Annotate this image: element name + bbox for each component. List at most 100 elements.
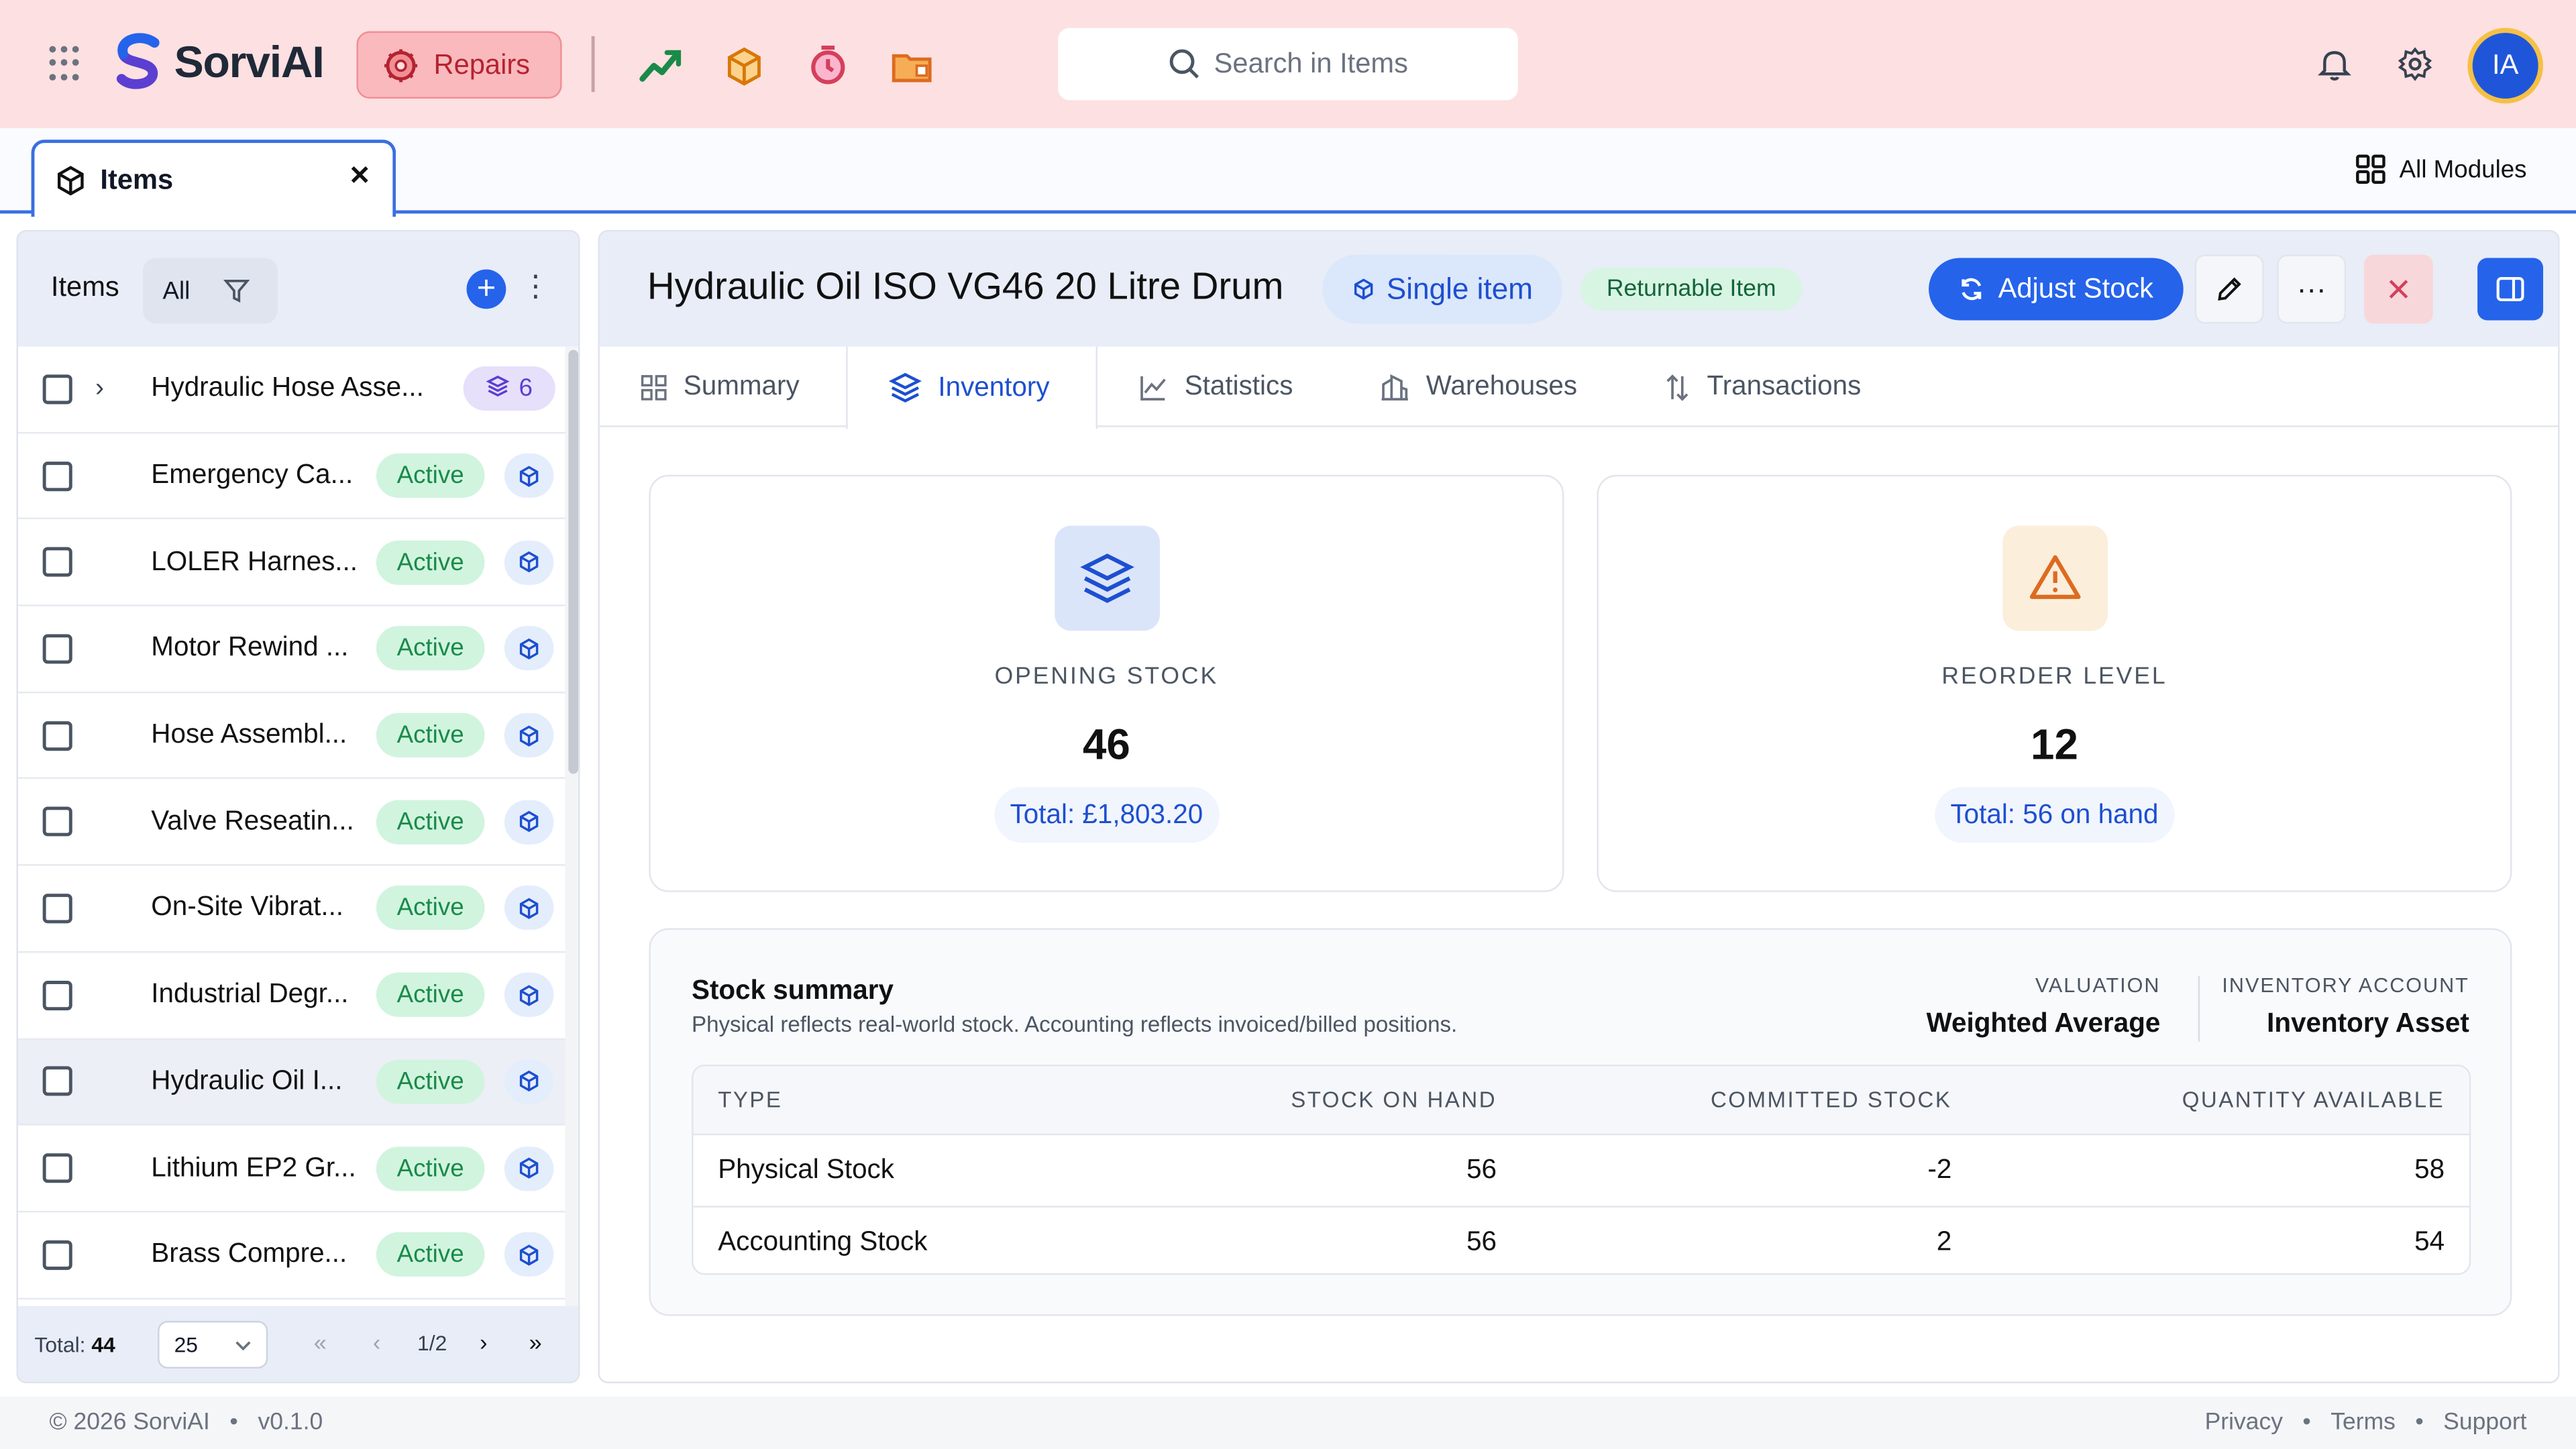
- status-badge: Active: [376, 627, 485, 672]
- page-indicator: 1/2: [417, 1330, 447, 1356]
- reorder-level-card: REORDER LEVEL 12 Total: 56 on hand: [1597, 474, 2512, 892]
- purchases-box-icon[interactable]: [721, 43, 767, 89]
- item-name: Hydraulic Oil I...: [151, 1066, 343, 1096]
- adjust-stock-button[interactable]: Adjust Stock: [1929, 258, 2184, 321]
- close-item-button[interactable]: [2364, 254, 2433, 324]
- list-item[interactable]: Emergency Ca... Active: [17, 433, 566, 520]
- table-cell: 56: [1466, 1155, 1497, 1185]
- toggle-panel-button[interactable]: [2477, 258, 2544, 321]
- list-item[interactable]: On-Site Vibrat... Active: [17, 866, 566, 953]
- more-vertical-icon[interactable]: ⋮: [521, 270, 550, 304]
- row-checkbox[interactable]: [42, 980, 72, 1010]
- reorder-level-value: 12: [2031, 719, 2078, 769]
- group-count-badge: 6: [463, 366, 555, 412]
- tab-items[interactable]: Items ✕: [31, 140, 396, 217]
- item-name: LOLER Harnes...: [151, 546, 358, 576]
- next-page-icon[interactable]: ›: [480, 1329, 487, 1355]
- status-badge: Active: [376, 973, 485, 1018]
- list-item[interactable]: LOLER Harnes... Active: [17, 520, 566, 606]
- row-checkbox[interactable]: [42, 1240, 72, 1270]
- scroll-thumb[interactable]: [568, 350, 579, 774]
- filter-label: All: [162, 276, 191, 305]
- table-cell: -2: [1927, 1155, 1952, 1185]
- app-launcher-icon[interactable]: [49, 46, 85, 83]
- cube-icon: [504, 973, 554, 1018]
- list-item[interactable]: › Hydraulic Hose Asse... 6: [17, 347, 566, 433]
- prev-page-icon[interactable]: ‹: [373, 1329, 380, 1355]
- row-checkbox[interactable]: [42, 461, 72, 491]
- gear-icon[interactable]: [2397, 46, 2433, 83]
- separator: •: [2415, 1409, 2424, 1436]
- item-name: Lithium EP2 Gr...: [151, 1152, 356, 1183]
- privacy-link[interactable]: Privacy: [2205, 1409, 2283, 1436]
- reorder-level-label: REORDER LEVEL: [1941, 663, 2167, 690]
- row-checkbox[interactable]: [42, 1067, 72, 1097]
- row-checkbox[interactable]: [42, 374, 72, 405]
- footer-links: Privacy • Terms • Support: [2205, 1409, 2527, 1436]
- list-item[interactable]: Industrial Degr... Active: [17, 953, 566, 1039]
- tab-transactions-label: Transactions: [1707, 371, 1862, 401]
- search-input[interactable]: Search in Items: [1058, 28, 1518, 101]
- column-header: STOCK ON HAND: [1291, 1087, 1497, 1112]
- filter-dropdown[interactable]: All: [143, 258, 278, 324]
- tab-statistics[interactable]: Statistics: [1138, 347, 1293, 427]
- sales-chart-icon[interactable]: [637, 43, 684, 89]
- opening-stock-label: OPENING STOCK: [994, 663, 1219, 690]
- more-horizontal-icon[interactable]: ···: [2277, 254, 2347, 324]
- table-cell: 58: [2414, 1155, 2445, 1185]
- repairs-module-button[interactable]: Repairs: [356, 31, 562, 99]
- list-item[interactable]: Valve Reseatin... Active: [17, 780, 566, 866]
- first-page-icon[interactable]: «: [314, 1329, 327, 1355]
- stock-summary-subtitle: Physical reflects real-world stock. Acco…: [692, 1012, 1458, 1037]
- row-checkbox[interactable]: [42, 807, 72, 837]
- divider: [2198, 975, 2200, 1042]
- list-title: Items: [50, 271, 119, 303]
- bell-icon[interactable]: [2316, 46, 2353, 83]
- tab-summary-label: Summary: [683, 371, 800, 401]
- avatar[interactable]: IA: [2467, 28, 2544, 104]
- item-name: On-Site Vibrat...: [151, 892, 344, 923]
- tab-summary[interactable]: Summary: [641, 347, 800, 427]
- terms-link[interactable]: Terms: [2330, 1409, 2396, 1436]
- documents-folder-icon[interactable]: [889, 43, 935, 89]
- row-checkbox[interactable]: [42, 1153, 72, 1183]
- tab-warehouses[interactable]: Warehouses: [1380, 347, 1577, 427]
- app-logo[interactable]: SorviAI: [112, 33, 325, 92]
- row-checkbox[interactable]: [42, 634, 72, 664]
- list-item[interactable]: Hose Assembl... Active: [17, 693, 566, 780]
- list-item[interactable]: Brass Compre... Active: [17, 1212, 566, 1299]
- last-page-icon[interactable]: »: [529, 1329, 542, 1355]
- tab-transactions[interactable]: Transactions: [1664, 347, 1861, 427]
- list-item[interactable]: Motor Rewind ... Active: [17, 606, 566, 693]
- building-icon: [1381, 373, 1408, 400]
- cube-icon: [57, 165, 84, 195]
- row-checkbox[interactable]: [42, 720, 72, 751]
- table-cell: Accounting Stock: [718, 1226, 928, 1256]
- table-cell: 2: [1936, 1226, 1952, 1256]
- close-icon[interactable]: ✕: [347, 162, 373, 191]
- row-checkbox[interactable]: [42, 547, 72, 578]
- total-label: Total:: [34, 1332, 86, 1357]
- tab-inventory-label: Inventory: [938, 372, 1050, 402]
- list-footer: Total: 44 25 « ‹ 1/2 › »: [17, 1305, 579, 1382]
- page-size-value: 25: [174, 1332, 199, 1357]
- column-header: TYPE: [718, 1087, 783, 1112]
- support-link[interactable]: Support: [2443, 1409, 2526, 1436]
- list-item[interactable]: Hydraulic Oil I... Active: [17, 1038, 566, 1126]
- list-item[interactable]: Lithium EP2 Gr... Active: [17, 1126, 566, 1213]
- service-timer-icon[interactable]: [805, 43, 851, 89]
- item-name: Industrial Degr...: [151, 979, 349, 1010]
- sort-arrows-icon: [1666, 373, 1688, 400]
- all-modules-button[interactable]: All Modules: [2357, 154, 2527, 184]
- edit-button[interactable]: [2194, 254, 2264, 324]
- cube-icon: [1354, 278, 1373, 300]
- row-checkbox[interactable]: [42, 894, 72, 924]
- logo-mark-icon: [116, 33, 160, 89]
- cube-icon: [504, 540, 554, 585]
- tab-warehouses-label: Warehouses: [1426, 371, 1578, 401]
- add-item-button[interactable]: +: [466, 269, 506, 309]
- list-scrollbar[interactable]: [565, 346, 579, 1308]
- tab-inventory[interactable]: Inventory: [846, 346, 1097, 429]
- page-size-select[interactable]: 25: [158, 1320, 268, 1369]
- chevron-right-icon[interactable]: ›: [95, 374, 104, 404]
